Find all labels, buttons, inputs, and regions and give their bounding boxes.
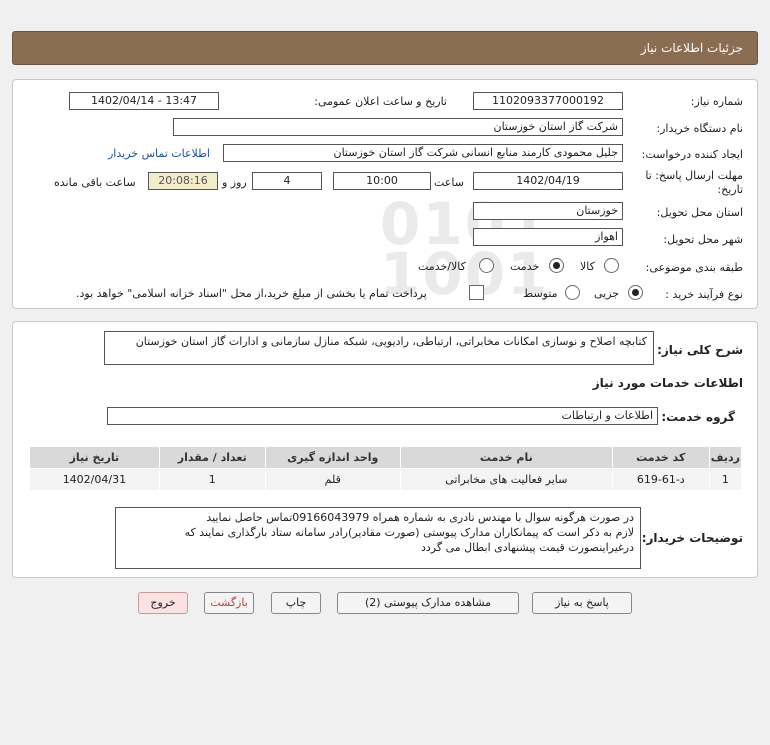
deadline-label-date: تاریخ:	[717, 183, 743, 196]
buyer-org-label: نام دستگاه خریدار:	[656, 122, 743, 135]
back-button[interactable]: بازگشت	[204, 592, 254, 614]
col-quantity: تعداد / مقدار	[158, 446, 266, 469]
remaining-time-label: ساعت باقی مانده	[54, 176, 136, 189]
cell-service-code: د-61-619	[611, 468, 710, 491]
general-desc-label: شرح کلی نیاز:	[657, 343, 743, 357]
col-service-code: کد خدمت	[611, 446, 710, 469]
need-number-label: شماره نیاز:	[690, 95, 743, 108]
cell-service-name: سایر فعالیت های مخابراتی	[399, 468, 613, 491]
process-option-medium: متوسط	[523, 287, 558, 300]
category-radio-service[interactable]	[549, 258, 564, 273]
process-option-minor: جزیی	[594, 287, 620, 300]
view-attachments-button[interactable]: مشاهده مدارک پیوستی (2)	[337, 592, 519, 614]
buyer-notes-label: توضیحات خریدار:	[641, 531, 743, 545]
buyer-notes-line: لازم به ذکر است که پیمانکاران مدارک پیوس…	[184, 526, 634, 539]
service-group-field[interactable]: اطلاعات و ارتباطات	[107, 407, 658, 425]
buyer-notes-field[interactable]: در صورت هرگونه سوال با مهندس نادری به شم…	[115, 507, 641, 569]
services-section-title: اطلاعات خدمات مورد نیاز	[592, 376, 743, 390]
deadline-time-label: ساعت	[434, 176, 464, 189]
deadline-date-field[interactable]: 1402/04/19	[473, 172, 623, 190]
page-header: جزئیات اطلاعات نیاز	[12, 31, 758, 65]
col-service-name: نام خدمت	[399, 446, 613, 469]
table-header-row: ردیف کد خدمت نام خدمت واحد اندازه گیری ت…	[29, 446, 743, 469]
buyer-org-field[interactable]: شرکت گاز استان خوزستان	[173, 118, 623, 136]
cell-unit: قلم	[264, 468, 401, 491]
city-label: شهر محل تحویل:	[663, 233, 743, 246]
col-row-number: ردیف	[708, 446, 743, 469]
general-desc-field[interactable]: کتابچه اصلاح و نوسازی امکانات مخابراتی، …	[104, 331, 654, 365]
category-option-service: خدمت	[510, 260, 540, 273]
cell-row-number: 1	[708, 468, 743, 491]
process-radio-minor[interactable]	[628, 285, 643, 300]
category-label: طبقه بندی موضوعی:	[645, 261, 743, 274]
col-need-date: تاریخ نیاز	[29, 446, 160, 469]
announce-date-label: تاریخ و ساعت اعلان عمومی:	[314, 95, 447, 108]
buyer-notes-line: در صورت هرگونه سوال با مهندس نادری به شم…	[206, 511, 634, 524]
process-type-label: نوع فرآیند خرید :	[665, 288, 743, 301]
table-row: 1 د-61-619 سایر فعالیت های مخابراتی قلم …	[29, 468, 743, 491]
remaining-time-field: 20:08:16	[148, 172, 218, 190]
cell-need-date: 1402/04/31	[29, 468, 160, 491]
need-info-panel	[12, 79, 758, 309]
province-label: استان محل تحویل:	[656, 206, 743, 219]
process-radio-medium[interactable]	[565, 285, 580, 300]
remaining-days-field: 4	[252, 172, 322, 190]
province-field[interactable]: خوزستان	[473, 202, 623, 220]
need-number-field[interactable]: 1102093377000192	[473, 92, 623, 110]
category-option-goods: کالا	[580, 260, 595, 273]
payment-note: پرداخت تمام یا بخشی از مبلغ خرید،از محل …	[76, 287, 427, 300]
category-radio-goods[interactable]	[604, 258, 619, 273]
service-group-label: گروه خدمت:	[661, 410, 735, 424]
reply-button[interactable]: پاسخ به نیاز	[532, 592, 632, 614]
exit-button[interactable]: خروج	[138, 592, 188, 614]
cell-quantity: 1	[158, 468, 266, 491]
print-button[interactable]: چاپ	[271, 592, 321, 614]
services-table-wrapper: ردیف کد خدمت نام خدمت واحد اندازه گیری ت…	[29, 446, 743, 491]
category-option-goods-service: کالا/خدمت	[418, 260, 466, 273]
deadline-label: مهلت ارسال پاسخ: تا	[645, 169, 743, 182]
remaining-days-label: روز و	[222, 176, 247, 189]
buyer-contact-link[interactable]: اطلاعات تماس خریدار	[108, 147, 210, 160]
deadline-time-field[interactable]: 10:00	[333, 172, 431, 190]
services-table: ردیف کد خدمت نام خدمت واحد اندازه گیری ت…	[29, 446, 743, 491]
announce-date-field[interactable]: 1402/04/14 - 13:47	[69, 92, 219, 110]
city-field[interactable]: اهواز	[473, 228, 623, 246]
buyer-notes-line: درغیراینصورت قیمت پیشنهادی ابطال می گردد	[421, 541, 634, 554]
page-title: جزئیات اطلاعات نیاز	[640, 41, 743, 55]
requester-field[interactable]: جلیل محمودی کارمند منابع انسانی شرکت گاز…	[223, 144, 623, 162]
treasury-checkbox[interactable]	[469, 285, 484, 300]
requester-label: ایجاد کننده درخواست:	[641, 148, 743, 161]
col-unit: واحد اندازه گیری	[264, 446, 401, 469]
category-radio-goods-service[interactable]	[479, 258, 494, 273]
